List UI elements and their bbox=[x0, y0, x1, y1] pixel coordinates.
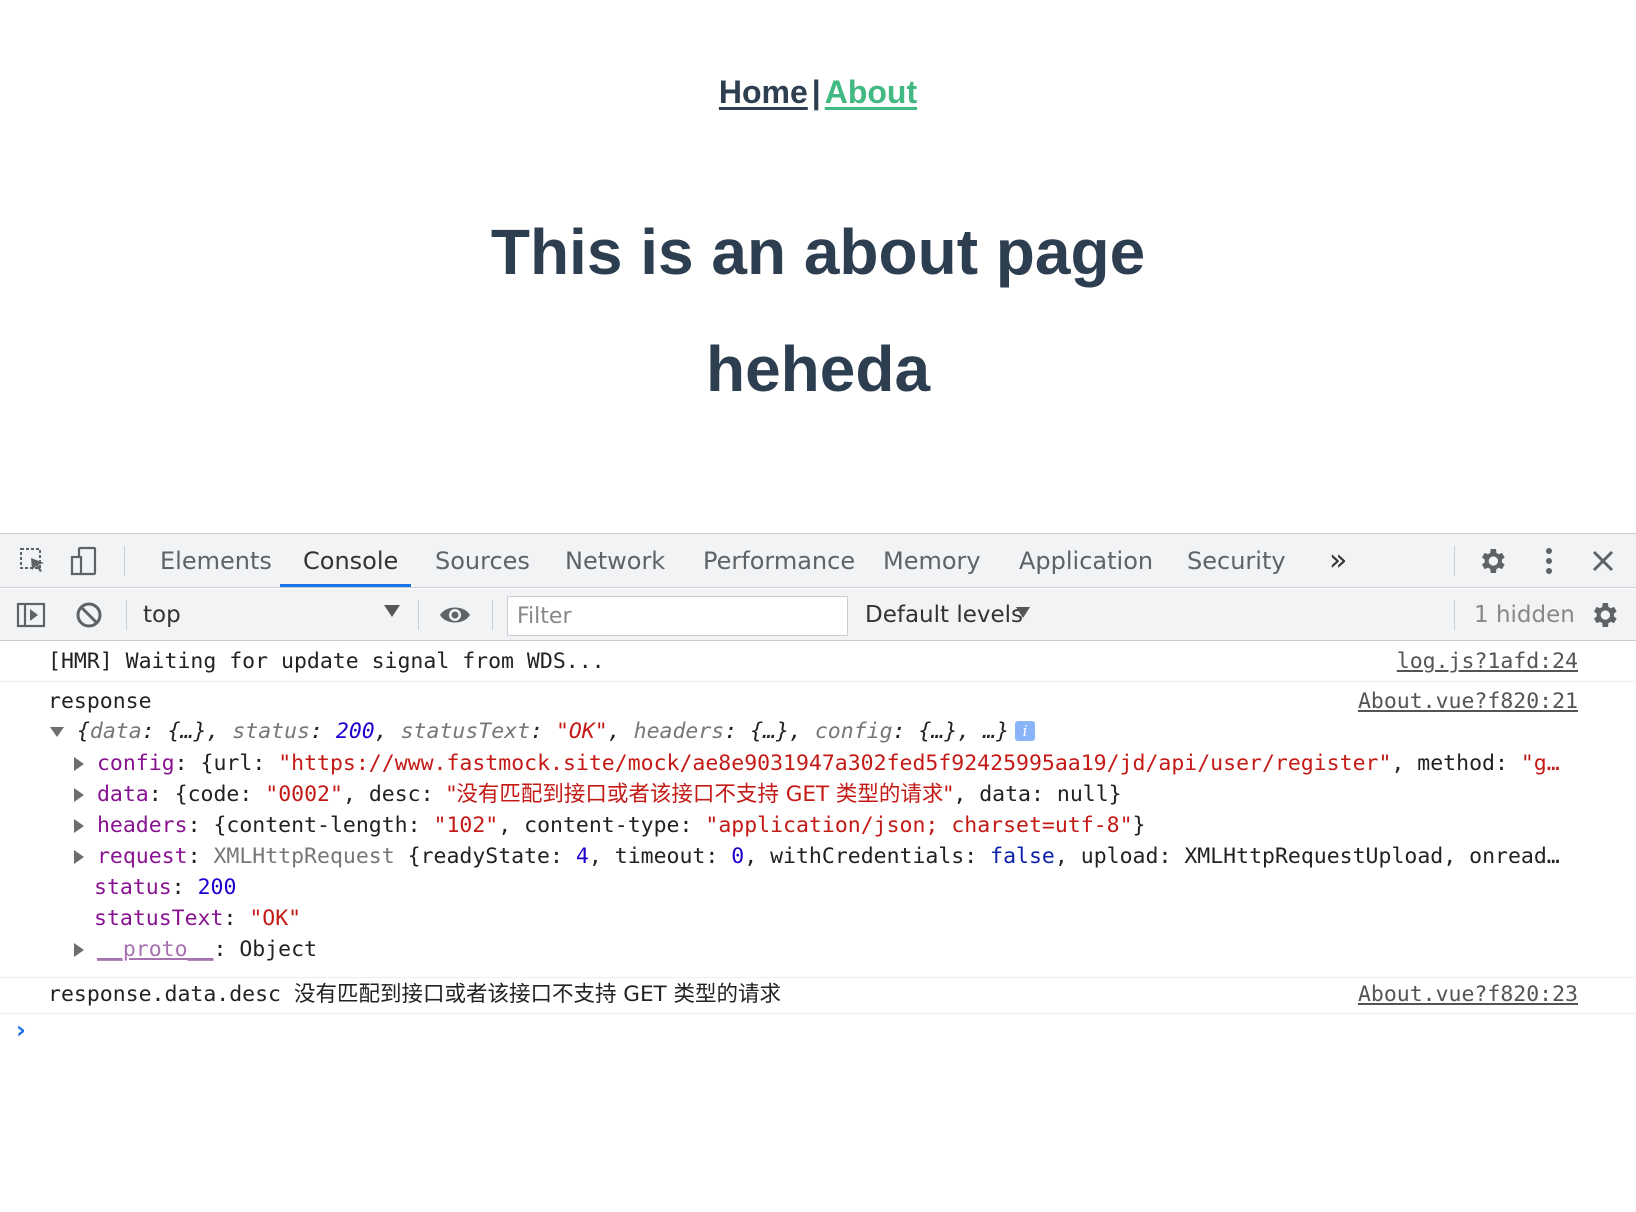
tree-row-proto[interactable]: __proto__: Object bbox=[74, 935, 317, 965]
source-link[interactable]: About.vue?f820:23 bbox=[1358, 980, 1578, 1010]
kebab-menu-icon[interactable] bbox=[1532, 544, 1566, 578]
expand-toggle-icon[interactable] bbox=[50, 727, 64, 737]
tree-row-request[interactable]: request: XMLHttpRequest {readyState: 4, … bbox=[74, 842, 1560, 872]
nav-about-link[interactable]: About bbox=[825, 74, 917, 110]
tab-memory[interactable]: Memory bbox=[883, 534, 981, 588]
expand-toggle-icon[interactable] bbox=[74, 757, 84, 771]
log-text: response.data.desc 没有匹配到接口或者该接口不支持 GET 类… bbox=[48, 982, 782, 1007]
levels-dropdown-icon[interactable] bbox=[1016, 607, 1030, 618]
expand-toggle-icon[interactable] bbox=[74, 943, 84, 957]
close-icon[interactable] bbox=[1586, 544, 1620, 578]
object-summary[interactable]: {data: {…}, status: 200, statusText: "OK… bbox=[50, 717, 1036, 747]
filter-input[interactable] bbox=[507, 596, 848, 636]
tab-security[interactable]: Security bbox=[1187, 534, 1286, 588]
devtools-tab-bar: Elements Console Sources Network Perform… bbox=[0, 534, 1636, 588]
console-toolbar: top Default levels 1 hidden bbox=[0, 589, 1636, 641]
tree-row-data[interactable]: data: {code: "0002", desc: "没有匹配到接口或者该接口… bbox=[74, 780, 1122, 810]
tab-elements[interactable]: Elements bbox=[160, 534, 272, 588]
selected-tab-indicator bbox=[280, 584, 411, 587]
tree-row-headers[interactable]: headers: {content-length: "102", content… bbox=[74, 811, 1145, 841]
tab-sources[interactable]: Sources bbox=[435, 534, 530, 588]
device-toolbar-icon[interactable] bbox=[67, 544, 101, 578]
hidden-count: 1 hidden bbox=[1474, 602, 1575, 628]
devtools-panel: Elements Console Sources Network Perform… bbox=[0, 533, 1636, 1212]
tab-performance[interactable]: Performance bbox=[703, 534, 855, 588]
nav-bar: Home | About bbox=[0, 74, 1636, 111]
nav-separator: | bbox=[811, 74, 821, 110]
tab-network[interactable]: Network bbox=[565, 534, 665, 588]
context-selector[interactable]: top bbox=[143, 589, 181, 641]
tree-row-status: status: 200 bbox=[94, 875, 237, 900]
clear-console-icon[interactable] bbox=[72, 598, 106, 632]
console-message: response.data.desc 没有匹配到接口或者该接口不支持 GET 类… bbox=[0, 978, 1636, 1014]
page-title: This is an about page bbox=[490, 216, 1146, 288]
nav-home-link[interactable]: Home bbox=[719, 74, 808, 110]
gear-icon[interactable] bbox=[1475, 544, 1509, 578]
eye-icon[interactable] bbox=[438, 598, 472, 632]
settings-gear-icon[interactable] bbox=[1587, 598, 1621, 632]
console-message: [HMR] Waiting for update signal from WDS… bbox=[0, 642, 1636, 682]
vue-app: Home | About This is an about page heheda bbox=[0, 0, 1636, 533]
tab-application[interactable]: Application bbox=[1019, 534, 1153, 588]
source-link[interactable]: About.vue?f820:21 bbox=[1358, 687, 1578, 717]
tree-row-status-text: statusText: "OK" bbox=[94, 906, 302, 931]
log-label: response bbox=[48, 689, 152, 714]
log-text: [HMR] Waiting for update signal from WDS… bbox=[48, 649, 605, 674]
expand-toggle-icon[interactable] bbox=[74, 788, 84, 802]
context-dropdown-icon[interactable] bbox=[384, 605, 400, 617]
tab-console[interactable]: Console bbox=[303, 534, 398, 588]
page-subtitle: heheda bbox=[705, 333, 931, 405]
expand-toggle-icon[interactable] bbox=[74, 819, 84, 833]
sidebar-toggle-icon[interactable] bbox=[14, 598, 48, 632]
source-link[interactable]: log.js?1afd:24 bbox=[1397, 647, 1578, 677]
console-message: response About.vue?f820:21 {data: {…}, s… bbox=[0, 682, 1636, 978]
more-tabs-icon[interactable]: » bbox=[1329, 534, 1347, 588]
log-levels-dropdown[interactable]: Default levels bbox=[865, 589, 1023, 641]
tree-row-config[interactable]: config: {url: "https://www.fastmock.site… bbox=[74, 749, 1560, 779]
info-icon[interactable]: i bbox=[1015, 721, 1036, 741]
console-prompt-icon[interactable]: › bbox=[16, 1016, 26, 1044]
inspect-element-icon[interactable] bbox=[16, 544, 50, 578]
expand-toggle-icon[interactable] bbox=[74, 850, 84, 864]
